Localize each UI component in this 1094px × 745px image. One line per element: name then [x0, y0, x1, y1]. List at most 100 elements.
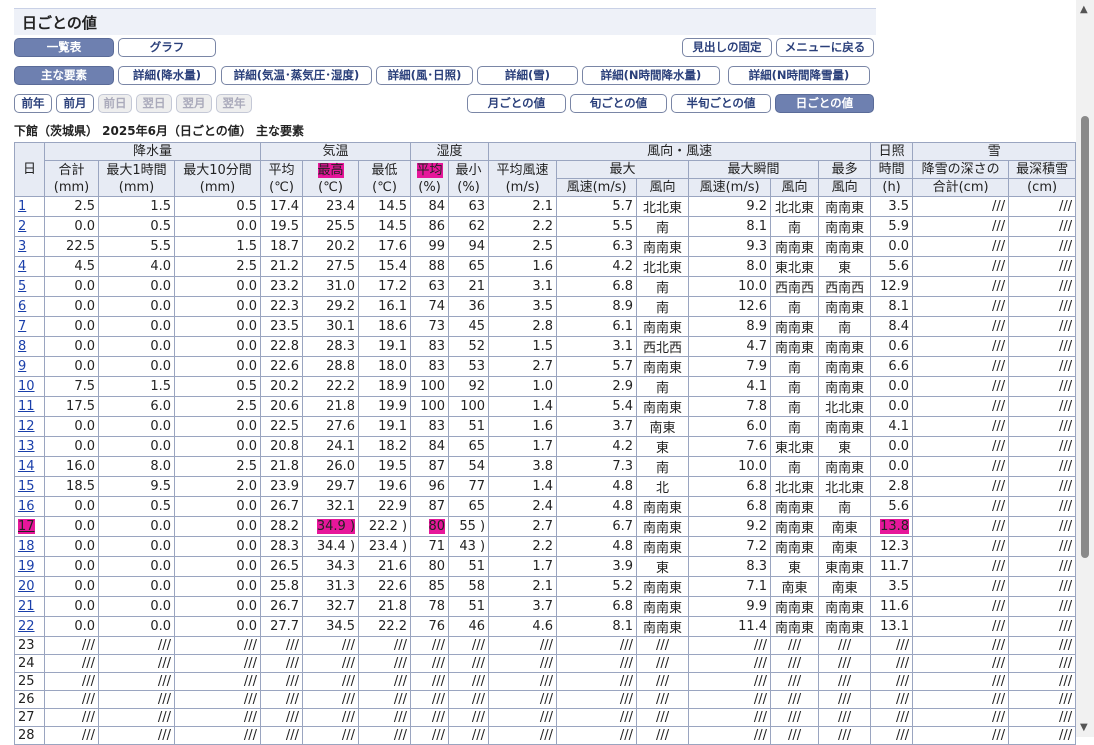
day-cell[interactable]: 17: [14, 516, 45, 537]
day-link[interactable]: 7: [18, 319, 26, 334]
day-link[interactable]: 3: [18, 239, 26, 254]
day-cell[interactable]: 6: [14, 296, 45, 317]
day-cell[interactable]: 11: [14, 396, 45, 417]
day-cell[interactable]: 4: [14, 256, 45, 277]
cell-value: 17.4: [270, 199, 300, 214]
tab-detail-wind[interactable]: 詳細(風･日照): [376, 66, 473, 85]
cell-value: 3.7: [532, 599, 554, 614]
value-cell: ///: [912, 276, 1010, 297]
fix-header-button[interactable]: 見出しの固定: [682, 38, 772, 57]
tab-detail-snow[interactable]: 詳細(雪): [477, 66, 578, 85]
day-link[interactable]: 12: [18, 419, 35, 434]
day-link[interactable]: 17: [18, 519, 35, 534]
day-cell[interactable]: 12: [14, 416, 45, 437]
day-cell[interactable]: 20: [14, 576, 45, 597]
value-cell: ///: [912, 316, 1010, 337]
day-link[interactable]: 18: [18, 539, 35, 554]
value-cell: 19.1: [358, 416, 412, 437]
prev-month-button[interactable]: 前月: [56, 94, 94, 113]
period-tab-dekad[interactable]: 旬ごとの値: [570, 94, 667, 113]
value-cell: 3.1: [556, 336, 638, 357]
cell-value: ///: [753, 638, 768, 653]
period-tab-monthly[interactable]: 月ごとの値: [467, 94, 566, 113]
header-temp-max: 最高 (℃): [302, 160, 360, 197]
tab-detail-n-hour-precip[interactable]: 詳細(N時間降水量): [582, 66, 720, 85]
scroll-down-icon[interactable]: ▼: [1080, 722, 1088, 733]
day-link[interactable]: 22: [18, 619, 35, 634]
day-cell[interactable]: 16: [14, 496, 45, 517]
day-link[interactable]: 9: [18, 359, 26, 374]
day-cell[interactable]: 10: [14, 376, 45, 397]
cell-value: ///: [655, 674, 670, 689]
graph-view-button[interactable]: グラフ: [118, 38, 216, 57]
day-cell[interactable]: 9: [14, 356, 45, 377]
back-to-menu-button[interactable]: メニューに戻る: [776, 38, 874, 57]
cell-value: 東: [656, 561, 670, 576]
day-cell[interactable]: 7: [14, 316, 45, 337]
scrollbar-thumb[interactable]: [1081, 116, 1089, 558]
period-tab-daily[interactable]: 日ごとの値: [775, 94, 874, 113]
value-cell: 南南東: [770, 536, 820, 557]
day-cell[interactable]: 21: [14, 596, 45, 617]
day-cell[interactable]: 3: [14, 236, 45, 257]
day-link[interactable]: 21: [18, 599, 35, 614]
day-link[interactable]: 19: [18, 559, 35, 574]
day-link[interactable]: 2: [18, 219, 26, 234]
day-link[interactable]: 11: [18, 399, 35, 414]
day-cell[interactable]: 18: [14, 536, 45, 557]
list-view-button[interactable]: 一覧表: [14, 38, 114, 57]
day-cell[interactable]: 19: [14, 556, 45, 577]
header-temp: 気温: [260, 142, 412, 161]
value-cell: 0.0: [98, 336, 175, 357]
day-link[interactable]: 15: [18, 479, 35, 494]
tab-detail-precip[interactable]: 詳細(降水量): [118, 66, 216, 85]
value-cell: ///: [688, 690, 772, 709]
cell-value: 5.7: [612, 199, 634, 214]
vertical-scrollbar[interactable]: ▲ ▼: [1076, 0, 1094, 737]
cell-value: 28.3: [270, 539, 300, 554]
cell-value: 22.5: [66, 239, 95, 254]
period-tab-pentad[interactable]: 半旬ごとの値: [671, 94, 771, 113]
value-cell: 7.5: [44, 376, 99, 397]
cell-value: ///: [1058, 459, 1073, 474]
prev-year-button[interactable]: 前年: [14, 94, 52, 113]
day-cell[interactable]: 5: [14, 276, 45, 297]
day-cell[interactable]: 13: [14, 436, 45, 457]
value-cell: ///: [488, 654, 558, 673]
tab-detail-temp[interactable]: 詳細(気温･蒸気圧･湿度): [221, 66, 372, 85]
cell-value: 1.5: [532, 339, 554, 354]
day-link[interactable]: 20: [18, 579, 35, 594]
value-cell: 2.9: [556, 376, 638, 397]
day-cell[interactable]: 14: [14, 456, 45, 477]
cell-value: ///: [1058, 299, 1073, 314]
day-link[interactable]: 10: [18, 379, 35, 394]
day-cell[interactable]: 2: [14, 216, 45, 237]
day-link[interactable]: 4: [18, 259, 26, 274]
cell-value: 17.5: [66, 399, 95, 414]
value-cell: ///: [1008, 476, 1077, 497]
day-link[interactable]: 13: [18, 439, 35, 454]
day-link[interactable]: 1: [18, 199, 26, 214]
cell-value: 2.2: [532, 219, 554, 234]
header-wind-gust: 最大瞬間: [688, 160, 820, 179]
day-cell[interactable]: 8: [14, 336, 45, 357]
day-link[interactable]: 5: [18, 279, 26, 294]
tab-detail-n-hour-snow[interactable]: 詳細(N時間降雪量): [728, 66, 870, 85]
cell-value: 南南東: [825, 381, 865, 396]
day-link[interactable]: 8: [18, 339, 26, 354]
day-cell[interactable]: 22: [14, 616, 45, 637]
tab-main-elements[interactable]: 主な要素: [14, 66, 114, 85]
day-cell[interactable]: 1: [14, 196, 45, 217]
cell-value: ///: [285, 638, 300, 653]
day-cell[interactable]: 15: [14, 476, 45, 497]
scroll-up-icon[interactable]: ▲: [1080, 4, 1088, 15]
value-cell: 東南東: [818, 556, 872, 577]
day-link[interactable]: 6: [18, 299, 26, 314]
day-link[interactable]: 16: [18, 499, 35, 514]
value-cell: ///: [1008, 726, 1077, 745]
cell-value: 4.5: [74, 259, 95, 274]
value-cell: ///: [488, 636, 558, 655]
cell-value: ///: [393, 710, 408, 725]
day-link[interactable]: 14: [18, 459, 35, 474]
value-cell: 92: [448, 376, 490, 397]
